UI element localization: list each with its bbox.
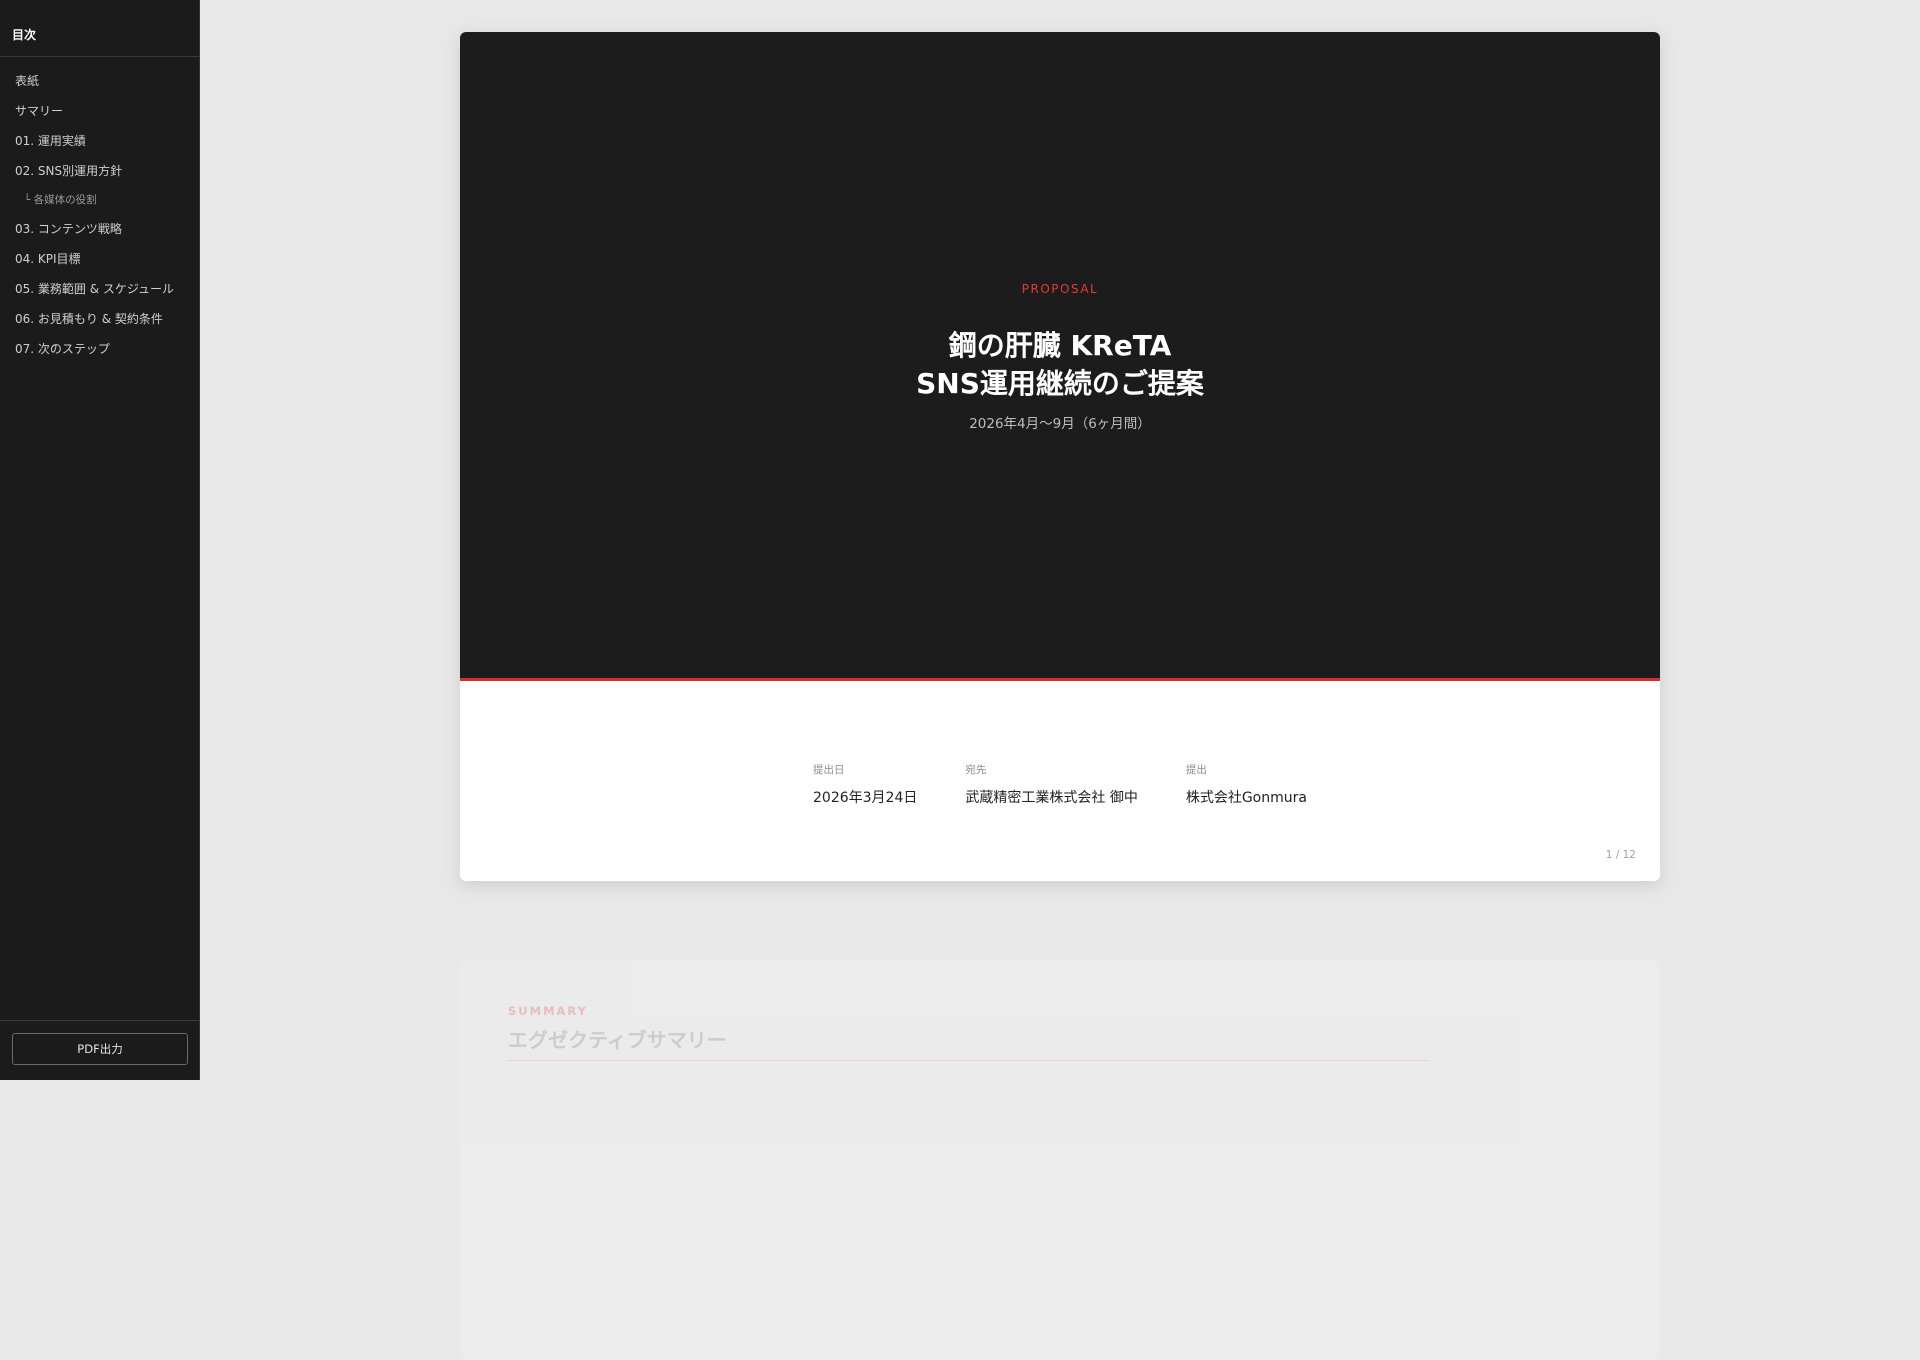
table-of-contents: 表紙 サマリー 01. 運用実績 02. SNS別運用方針 └ 各媒体の役割 0… xyxy=(0,57,199,364)
meta-to-label: 宛先 xyxy=(965,764,987,776)
toc-item-scope-schedule[interactable]: 05. 業務範囲 & スケジュール xyxy=(0,274,199,304)
cover-meta: 提出日 2026年3月24日 宛先 武蔵精密工業株式会社 御中 提出 株式会社G… xyxy=(460,762,1660,807)
toc-item-next-steps[interactable]: 07. 次のステップ xyxy=(0,334,199,364)
meta-from-label: 提出 xyxy=(1185,764,1207,776)
sidebar: 目次 表紙 サマリー 01. 運用実績 02. SNS別運用方針 └ 各媒体の役… xyxy=(0,0,200,1080)
toc-item-kpi[interactable]: 04. KPI目標 xyxy=(0,244,199,274)
sidebar-title: 目次 xyxy=(0,0,199,57)
cover-eyebrow: PROPOSAL xyxy=(1021,282,1099,296)
meta-to-value: 武蔵精密工業株式会社 御中 xyxy=(965,790,1138,806)
meta-date-label: 提出日 xyxy=(813,764,845,776)
toc-subitem-media-roles[interactable]: └ 各媒体の役割 xyxy=(0,186,199,214)
meta-recipient: 宛先 武蔵精密工業株式会社 御中 xyxy=(965,762,1137,807)
summary-eyebrow: SUMMARY xyxy=(508,1004,588,1018)
cover-period: 2026年4月〜9月（6ヶ月間） xyxy=(969,416,1151,432)
cover-panel: PROPOSAL 鋼の肝臓 KReTA SNS運用継続のご提案 2026年4月〜… xyxy=(460,32,1660,681)
meta-submitter: 提出 株式会社Gonmura xyxy=(1186,762,1307,807)
toc-item-sns-policy[interactable]: 02. SNS別運用方針 xyxy=(0,156,199,186)
meta-date-value: 2026年3月24日 xyxy=(813,790,918,806)
summary-title: エグゼクティブサマリー xyxy=(508,1028,727,1052)
slide-cover: PROPOSAL 鋼の肝臓 KReTA SNS運用継続のご提案 2026年4月〜… xyxy=(460,32,1660,881)
toc-item-content-strategy[interactable]: 03. コンテンツ戦略 xyxy=(0,214,199,244)
page-number: 1 / 12 xyxy=(1605,849,1636,861)
meta-from-value: 株式会社Gonmura xyxy=(1185,790,1307,806)
pdf-export-button[interactable]: PDF出力 xyxy=(12,1033,188,1065)
cover-title-line1: 鋼の肝臓 KReTA xyxy=(948,329,1172,362)
sidebar-footer: PDF出力 xyxy=(0,1020,199,1080)
cover-title-line2: SNS運用継続のご提案 xyxy=(916,367,1204,400)
toc-item-estimate-terms[interactable]: 06. お見積もり & 契約条件 xyxy=(0,304,199,334)
toc-item-results[interactable]: 01. 運用実績 xyxy=(0,126,199,156)
toc-item-cover[interactable]: 表紙 xyxy=(0,66,199,96)
toc-item-summary[interactable]: サマリー xyxy=(0,96,199,126)
slide-summary: SUMMARY エグゼクティブサマリー xyxy=(460,960,1660,1360)
meta-submission-date: 提出日 2026年3月24日 xyxy=(813,762,917,807)
summary-divider xyxy=(508,1060,1428,1061)
